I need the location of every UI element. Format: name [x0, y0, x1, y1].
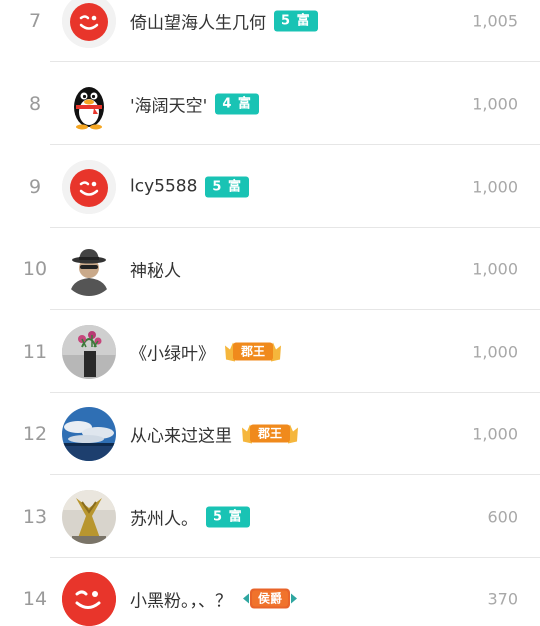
score-value: 1,000 [472, 424, 518, 443]
weibo-red-icon[interactable] [62, 0, 116, 48]
leaderboard-row[interactable]: 12 从心来过这里 郡王 1,000 [0, 392, 540, 475]
rank-number: 11 [22, 340, 48, 363]
score-value: 370 [487, 589, 518, 608]
user-name[interactable]: lcy5588 [130, 177, 197, 197]
rank-title-badge: 侯爵 [240, 587, 300, 611]
badge-text: 侯爵 [257, 591, 282, 606]
statue-photo[interactable] [62, 489, 116, 544]
wealth-badge: 5 富 [205, 176, 249, 197]
score-value: 1,000 [472, 342, 518, 361]
score-value: 1,000 [472, 94, 518, 113]
leaderboard-row[interactable]: 14 小黑粉。，、？ 侯爵 370 [0, 557, 540, 626]
leaderboard-row[interactable]: 8 '海阔天空' 4 富 1,000 [0, 62, 540, 145]
user-name[interactable]: 倚山望海人生几何 [130, 8, 266, 33]
leaderboard-row[interactable]: 11 《小绿叶》 郡王 1,000 [0, 310, 540, 393]
score-value: 1,000 [472, 259, 518, 278]
score-value: 600 [487, 507, 518, 526]
vase-photo[interactable] [62, 324, 116, 379]
user-name[interactable]: 神秘人 [130, 256, 181, 281]
wealth-badge: 5 富 [274, 10, 318, 31]
wealth-badge: 5 富 [206, 506, 250, 527]
user-name[interactable]: 从心来过这里 [130, 421, 232, 446]
weibo-red-icon[interactable] [62, 159, 116, 214]
badge-text: 郡王 [257, 426, 282, 441]
rank-number: 7 [28, 9, 42, 32]
sky-photo[interactable] [62, 406, 116, 461]
rank-number: 8 [28, 92, 42, 115]
rank-number: 9 [28, 175, 42, 198]
user-name[interactable]: 苏州人。 [130, 504, 198, 529]
user-name[interactable]: '海阔天空' [130, 91, 207, 116]
user-name[interactable]: 《小绿叶》 [130, 339, 215, 364]
user-name[interactable]: 小黑粉。，、？ [130, 586, 232, 611]
rank-number: 14 [22, 587, 48, 610]
leaderboard-row[interactable]: 10 神秘人 1,000 [0, 227, 540, 310]
leaderboard-row[interactable]: 13 苏州人。 5 富 600 [0, 475, 540, 558]
rank-number: 12 [22, 422, 48, 445]
score-value: 1,000 [472, 177, 518, 196]
leaderboard-row[interactable]: 9 lcy5588 5 富 1,000 [0, 145, 540, 228]
score-value: 1,005 [472, 11, 518, 30]
rank-number: 10 [22, 257, 48, 280]
mystery-man-icon[interactable] [62, 241, 116, 296]
rank-title-badge: 郡王 [223, 340, 283, 364]
qq-penguin-icon[interactable] [62, 76, 116, 131]
rank-title-badge: 郡王 [240, 422, 300, 446]
rank-number: 13 [22, 505, 48, 528]
weibo-red-big-icon[interactable] [62, 571, 116, 626]
badge-text: 郡王 [240, 344, 265, 359]
leaderboard-row[interactable]: 7 倚山望海人生几何 5 富 1,005 [0, 0, 540, 62]
wealth-badge: 4 富 [215, 93, 259, 114]
